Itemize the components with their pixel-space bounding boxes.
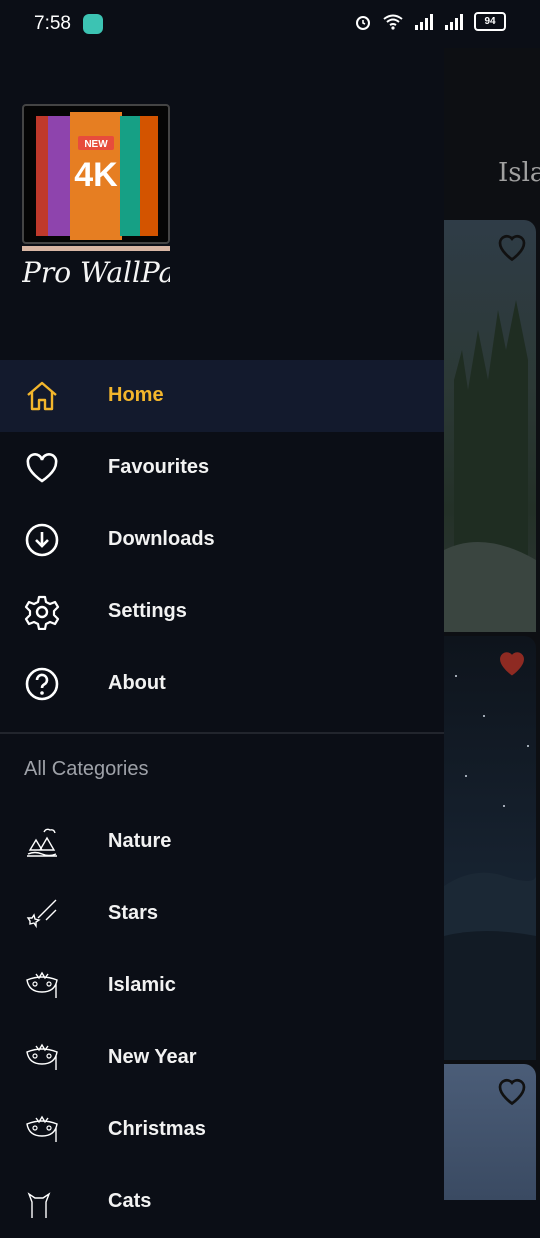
mask-icon xyxy=(26,1115,58,1142)
favorite-outline-icon[interactable] xyxy=(494,1072,530,1108)
menu-label-downloads: Downloads xyxy=(108,528,215,550)
wallpaper-card-night-sky[interactable] xyxy=(444,636,536,1060)
menu-item-settings[interactable]: Settings xyxy=(0,576,444,648)
category-label-islamic: Islamic xyxy=(108,974,176,996)
menu-label-home: Home xyxy=(108,384,164,406)
battery-icon: 94 xyxy=(474,12,506,31)
wallpaper-list-background: Isla xyxy=(444,48,540,1200)
favorite-outline-icon[interactable] xyxy=(494,228,530,264)
status-icons: 94 xyxy=(354,12,506,31)
night-sky-image xyxy=(444,665,536,1060)
stars-icon xyxy=(26,899,57,929)
clock: 7:58 xyxy=(34,13,71,34)
alarm-icon xyxy=(356,15,370,30)
category-title: Isla xyxy=(498,158,540,188)
category-item-new-year[interactable]: New Year xyxy=(0,1022,444,1094)
wallpaper-card-sky[interactable] xyxy=(444,1064,536,1200)
menu-label-settings: Settings xyxy=(108,600,187,622)
categories-header: All Categories xyxy=(24,758,149,780)
navigation-drawer: NEW 4K Pro WallPaper Home Favourites Dow… xyxy=(0,48,444,1218)
help-icon xyxy=(25,667,59,701)
forest-image xyxy=(444,300,536,632)
menu-label-favourites: Favourites xyxy=(108,456,210,478)
favorite-filled-icon[interactable] xyxy=(494,644,530,680)
cat-icon xyxy=(27,1192,51,1218)
category-label-stars: Stars xyxy=(108,902,159,924)
drawer-divider xyxy=(0,732,444,734)
category-item-cats[interactable]: Cats xyxy=(0,1166,444,1238)
menu-label-about: About xyxy=(108,672,166,694)
category-label-new-year: New Year xyxy=(108,1046,197,1068)
signal-icon-1 xyxy=(415,13,433,30)
menu-item-about[interactable]: About xyxy=(0,648,444,720)
nature-icon xyxy=(27,828,57,857)
signal-icon-2 xyxy=(445,13,463,30)
category-item-nature[interactable]: Nature xyxy=(0,806,444,878)
wifi-icon xyxy=(383,14,403,30)
app-logo: NEW 4K Pro WallPaper xyxy=(21,104,225,289)
mask-icon xyxy=(26,1043,58,1070)
category-label-cats: Cats xyxy=(108,1190,152,1212)
resolution-text: 4K xyxy=(74,156,118,194)
app-name-logo: Pro WallPaper xyxy=(22,256,170,289)
download-icon xyxy=(25,523,59,557)
wallpaper-card-forest[interactable] xyxy=(444,220,536,632)
gear-icon xyxy=(24,595,60,630)
menu-item-home[interactable]: Home xyxy=(0,360,444,432)
category-item-islamic[interactable]: Islamic xyxy=(0,950,444,1022)
category-item-stars[interactable]: Stars xyxy=(0,878,444,950)
status-bar: 7:58 94 xyxy=(0,0,540,48)
chat-notification-icon xyxy=(83,14,103,34)
menu-item-favourites[interactable]: Favourites xyxy=(0,432,444,504)
mask-icon xyxy=(26,971,58,998)
home-icon xyxy=(27,381,57,411)
category-label-nature: Nature xyxy=(108,830,172,852)
category-item-christmas[interactable]: Christmas xyxy=(0,1094,444,1166)
heart-icon xyxy=(26,453,58,483)
new-badge-text: NEW xyxy=(84,139,108,150)
menu-item-downloads[interactable]: Downloads xyxy=(0,504,444,576)
category-label-christmas: Christmas xyxy=(108,1118,206,1140)
